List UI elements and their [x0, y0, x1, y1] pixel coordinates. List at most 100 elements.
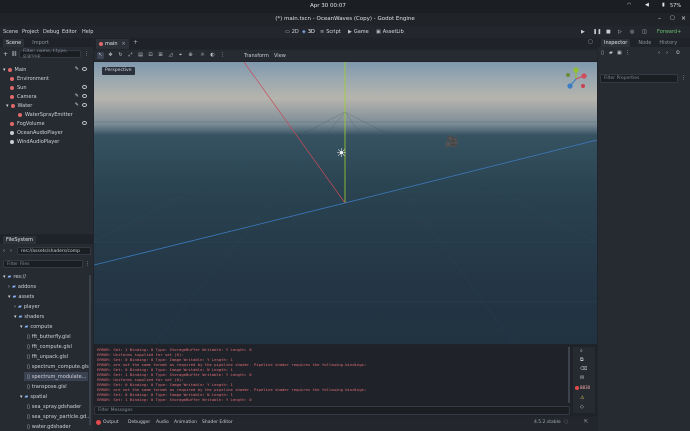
history-forward-icon[interactable]: ›: [666, 50, 668, 56]
close-icon[interactable]: ×: [681, 15, 686, 22]
workspace-3d[interactable]: ◈ 3D: [302, 28, 315, 36]
environment-toggle-icon[interactable]: ◐: [209, 52, 216, 59]
menu-editor[interactable]: Editor: [62, 29, 77, 35]
fs-entry-file[interactable]: ▯ fft_butterfly.glsl: [27, 332, 71, 341]
back-icon[interactable]: ‹: [3, 248, 5, 254]
tree-node-fogvolume[interactable]: FogVolume: [10, 119, 91, 128]
search-icon[interactable]: ⌕: [580, 348, 583, 354]
fs-entry-file[interactable]: ▯ sea_spray_particle.gd...: [27, 412, 91, 421]
menu-debug[interactable]: Debug: [43, 29, 59, 35]
menu-project[interactable]: Project: [22, 29, 39, 35]
ruler-icon[interactable]: ◿: [167, 52, 174, 59]
filter-options-icon[interactable]: ⋮: [85, 261, 90, 267]
local-space-icon[interactable]: ⌖: [177, 52, 184, 59]
tree-node-windaudio[interactable]: WindAudioPlayer: [10, 137, 91, 146]
perspective-menu[interactable]: Perspective: [102, 67, 135, 75]
tree-node-camera[interactable]: Camera ✎: [10, 92, 91, 101]
instance-scene-icon[interactable]: ⛓: [11, 51, 17, 57]
tab-history[interactable]: History: [659, 40, 677, 46]
bottom-tab-animation[interactable]: Animation: [174, 420, 197, 425]
fs-entry-file[interactable]: ▯ water.gdshader: [27, 422, 71, 431]
filesystem-path-field[interactable]: res://assets/shaders/comp: [17, 247, 91, 255]
group-icon[interactable]: ⊞: [157, 52, 164, 59]
copy-icon[interactable]: ⧉: [580, 357, 584, 363]
fs-entry-file[interactable]: ▯ fft_unpack.glsl: [27, 352, 68, 361]
stop-icon[interactable]: ■: [606, 29, 611, 35]
lock-icon[interactable]: ⊡: [147, 52, 154, 59]
bottom-tab-audio[interactable]: Audio: [156, 420, 169, 425]
sun-gizmo-icon[interactable]: ☀: [336, 146, 347, 160]
tree-node-main[interactable]: ▾ Main ✎: [3, 65, 91, 74]
transform-menu[interactable]: Transform: [244, 53, 269, 59]
filesystem-filter-input[interactable]: Filter Files: [3, 260, 83, 268]
fs-entry-file[interactable]: ▯ spectrum_compute.glsl: [27, 362, 90, 371]
panel-expand-icon[interactable]: ⇱: [584, 419, 588, 425]
play-custom-icon[interactable]: ◎: [630, 29, 634, 35]
load-resource-icon[interactable]: ▰: [609, 50, 613, 56]
add-scene-tab-icon[interactable]: +: [133, 39, 138, 46]
visibility-icon[interactable]: [82, 94, 87, 98]
forward-icon[interactable]: ›: [10, 248, 12, 254]
editor-messages-icon[interactable]: ◇: [580, 404, 584, 410]
tab-node[interactable]: Node: [638, 40, 651, 46]
fs-entry-spatial[interactable]: ▾ ▰ spatial: [20, 392, 47, 401]
workspace-game[interactable]: ▶ Game: [348, 28, 369, 36]
minimize-icon[interactable]: –: [658, 15, 661, 22]
tab-filesystem[interactable]: FileSystem: [3, 235, 37, 244]
sun-toggle-icon[interactable]: ☼: [199, 52, 206, 59]
visibility-icon[interactable]: [82, 103, 87, 107]
bottom-tab-output[interactable]: Output: [103, 420, 119, 425]
clear-icon[interactable]: ⌫: [580, 366, 587, 372]
snap-icon[interactable]: ⊕: [187, 52, 194, 59]
workspace-2d[interactable]: ▭ 2D: [285, 28, 299, 36]
output-filter-input[interactable]: Filter Messages: [94, 406, 570, 415]
tree-node-sun[interactable]: Sun: [10, 83, 91, 92]
camera-gizmo-icon[interactable]: 🎥: [445, 135, 459, 148]
visibility-icon[interactable]: [82, 85, 87, 89]
scale-tool-icon[interactable]: ⤢: [127, 52, 134, 59]
tree-node-waterspray[interactable]: WaterSprayEmitter: [18, 110, 91, 119]
fs-entry-res[interactable]: ▾ ▰ res://: [3, 272, 26, 281]
menu-help[interactable]: Help: [82, 29, 93, 35]
tree-node-water[interactable]: ▾ Water ✎: [6, 101, 91, 110]
tab-inspector[interactable]: Inspector: [601, 38, 631, 47]
fs-entry-assets[interactable]: ▾ ▰ assets: [8, 292, 34, 301]
tab-scene[interactable]: Scene: [3, 38, 25, 47]
tab-import[interactable]: Import: [32, 40, 49, 46]
fs-entry-compute[interactable]: ▾ ▰ compute: [20, 322, 52, 331]
new-resource-icon[interactable]: ▯: [601, 50, 604, 56]
3d-viewport[interactable]: Perspective ☀ 🎥: [94, 62, 597, 344]
fs-entry-file[interactable]: ▯ transpose.glsl: [27, 382, 67, 391]
inspector-filter-input[interactable]: Filter Properties: [600, 74, 678, 83]
more-options-icon[interactable]: ⋮: [219, 52, 226, 59]
history-back-icon[interactable]: ‹: [658, 50, 660, 56]
object-history-icon[interactable]: ⏲: [676, 50, 680, 56]
fs-entry-addons[interactable]: › ▰ addons: [8, 282, 36, 291]
selectable-tool-icon[interactable]: ▤: [137, 52, 144, 59]
visibility-icon[interactable]: [82, 121, 87, 125]
renderer-select[interactable]: Forward+: [657, 29, 681, 35]
fs-entry-shaders[interactable]: ▾ ▰ shaders: [14, 312, 44, 321]
scene-filter-input[interactable]: Filter: name, t:type, g:group: [19, 49, 81, 59]
fs-entry-file[interactable]: ▯ sea_spray.gdshader: [27, 402, 81, 411]
error-counter[interactable]: 8830: [575, 385, 590, 390]
script-attached-icon[interactable]: ✎: [75, 93, 79, 99]
menu-scene[interactable]: Scene: [3, 29, 18, 35]
distraction-free-icon[interactable]: ▢: [588, 39, 593, 45]
scene-filter-menu-icon[interactable]: ⋮: [84, 51, 89, 57]
resource-options-icon[interactable]: ⋮: [625, 50, 630, 56]
scene-tab-main[interactable]: main ×: [96, 39, 129, 49]
toggle-messages-icon[interactable]: ✉: [580, 375, 584, 381]
warning-icon[interactable]: ⚠: [580, 395, 584, 401]
view-menu[interactable]: View: [274, 53, 286, 59]
play-icon[interactable]: ▶: [581, 29, 585, 35]
filesystem-scrollbar[interactable]: [89, 275, 91, 425]
add-node-icon[interactable]: +: [3, 51, 8, 58]
select-tool-icon[interactable]: ↖: [97, 52, 104, 59]
inspector-options-icon[interactable]: ⋮: [681, 75, 686, 81]
fs-entry-selected-file[interactable]: ▯ spectrum_modulate...: [24, 372, 88, 381]
workspace-assetlib[interactable]: ▣ AssetLib: [376, 28, 404, 36]
tree-node-environment[interactable]: Environment: [10, 74, 91, 83]
maximize-icon[interactable]: ▢: [670, 15, 675, 21]
pause-icon[interactable]: ❚❚: [593, 29, 601, 35]
